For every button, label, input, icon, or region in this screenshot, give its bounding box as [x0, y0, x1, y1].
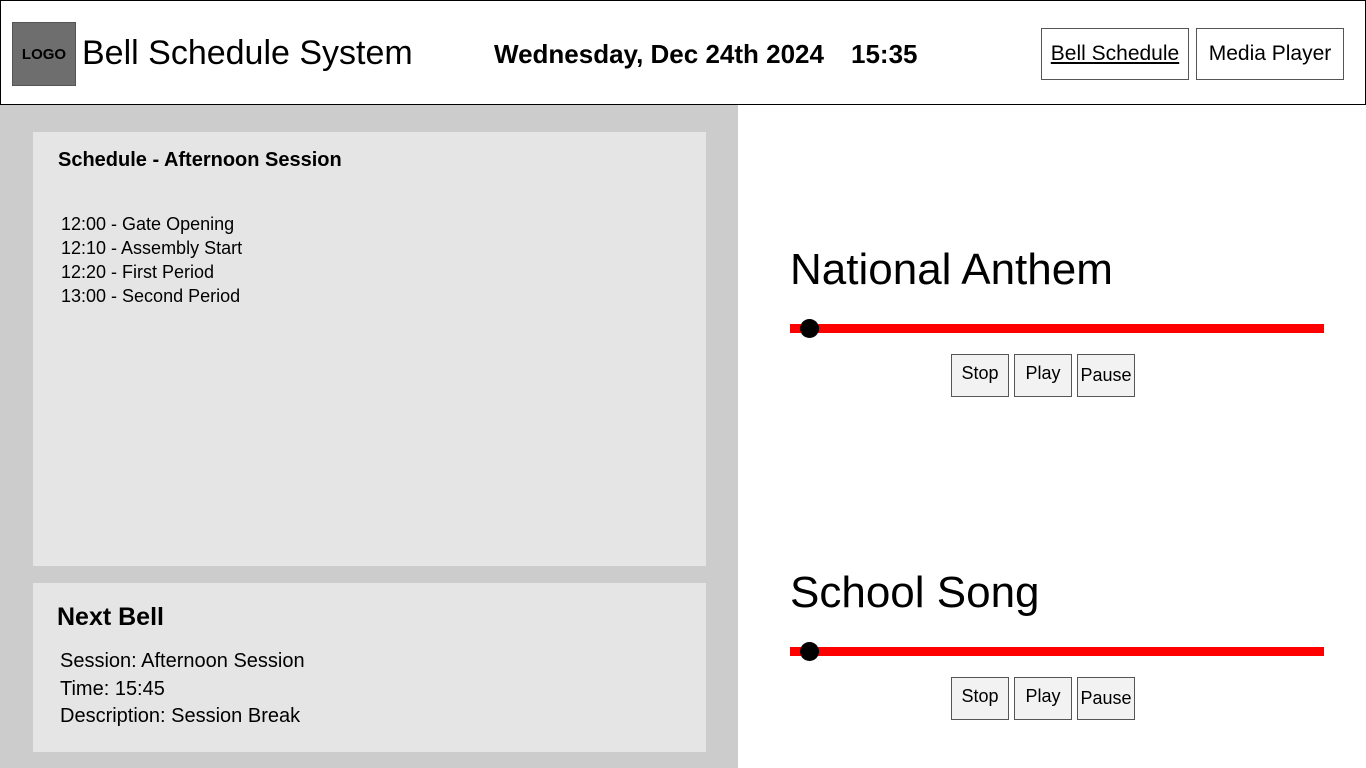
- current-time: 15:35: [851, 39, 918, 69]
- schedule-title: Schedule - Afternoon Session: [58, 149, 342, 171]
- progress-knob[interactable]: [800, 319, 819, 338]
- schedule-item: 12:20 - First Period: [61, 262, 215, 282]
- app-title: Bell Schedule System: [82, 34, 413, 72]
- stop-button[interactable]: Stop: [951, 677, 1009, 720]
- nav-bell-schedule-button[interactable]: Bell Schedule: [1041, 28, 1189, 80]
- next-bell-session: Session: Afternoon Session: [60, 650, 305, 672]
- next-bell-time: Time: 15:45: [60, 678, 165, 700]
- nav-media-player-button[interactable]: Media Player: [1196, 28, 1344, 80]
- progress-bar[interactable]: [790, 647, 1324, 656]
- progress-knob[interactable]: [800, 642, 819, 661]
- schedule-item: 12:10 - Assembly Start: [61, 238, 243, 258]
- next-bell-card: Next Bell Session: Afternoon Session Tim…: [33, 583, 706, 752]
- next-bell-description: Description: Session Break: [60, 705, 301, 727]
- schedule-item: 13:00 - Second Period: [61, 286, 241, 306]
- next-bell-title: Next Bell: [57, 603, 164, 631]
- app-header: LOGO Bell Schedule System Wednesday, Dec…: [0, 0, 1366, 105]
- track-title: School Song: [790, 568, 1040, 617]
- schedule-list: 12:00 - Gate Opening 12:10 - Assembly St…: [61, 212, 242, 308]
- pause-button[interactable]: Pause: [1077, 354, 1135, 397]
- schedule-item: 12:00 - Gate Opening: [61, 214, 235, 234]
- schedule-card: Schedule - Afternoon Session 12:00 - Gat…: [33, 132, 706, 566]
- pause-button[interactable]: Pause: [1077, 677, 1135, 720]
- track-title: National Anthem: [790, 245, 1113, 294]
- left-panel: Schedule - Afternoon Session 12:00 - Gat…: [0, 105, 738, 768]
- logo: LOGO: [12, 22, 76, 86]
- current-date: Wednesday, Dec 24th 2024: [494, 39, 824, 69]
- progress-bar[interactable]: [790, 324, 1324, 333]
- play-button[interactable]: Play: [1014, 677, 1072, 720]
- play-button[interactable]: Play: [1014, 354, 1072, 397]
- stop-button[interactable]: Stop: [951, 354, 1009, 397]
